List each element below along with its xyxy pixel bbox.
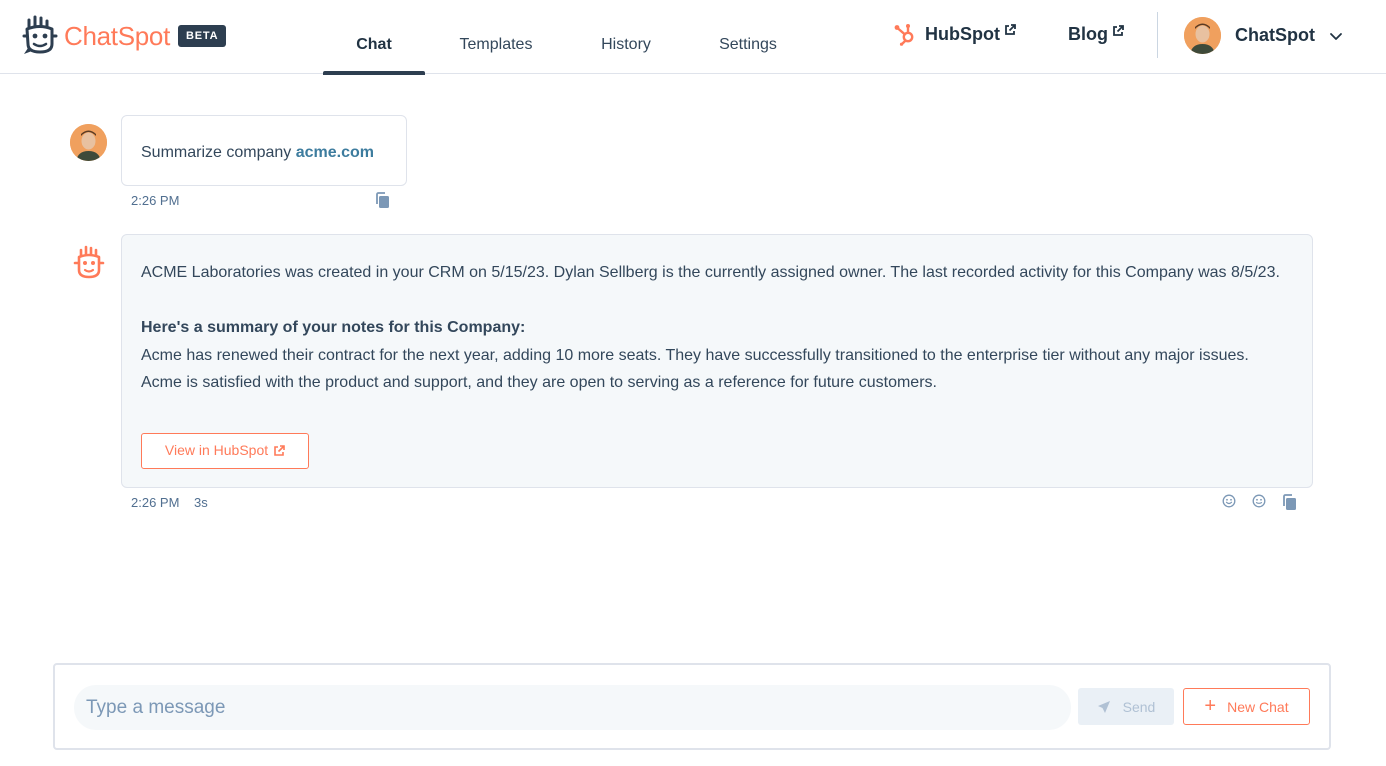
header-divider [1157, 12, 1158, 58]
tab-history[interactable]: History [567, 0, 685, 74]
summary-heading: Here's a summary of your notes for this … [141, 319, 526, 336]
tab-templates[interactable]: Templates [425, 0, 567, 74]
message-composer: Send + New Chat [53, 663, 1331, 750]
hubspot-link-label: HubSpot [925, 23, 1000, 44]
hubspot-external-link[interactable]: HubSpot [893, 22, 1016, 46]
external-link-icon [1005, 24, 1016, 35]
message-input[interactable] [74, 685, 1071, 730]
user-message-timestamp: 2:26 PM [131, 193, 180, 208]
hubspot-sprocket-icon [894, 24, 914, 46]
bot-message-paragraph-2: Acme has renewed their contract for the … [141, 346, 1249, 392]
chatspot-logo[interactable]: ChatSpot BETA [20, 14, 227, 58]
send-button[interactable]: Send [1078, 688, 1174, 725]
external-link-icon [1113, 24, 1124, 36]
bot-message-bubble: ACME Laboratories was created in your CR… [121, 234, 1313, 488]
chevron-down-icon [1330, 32, 1342, 40]
tab-chat-label: Chat [356, 36, 392, 53]
view-in-hubspot-button[interactable]: View in HubSpot [141, 433, 309, 469]
company-domain-link[interactable]: acme.com [296, 144, 374, 161]
frown-icon[interactable] [1252, 494, 1266, 508]
user-message-text: Summarize company [141, 144, 296, 161]
copy-icon[interactable] [1282, 494, 1297, 511]
beta-badge: BETA [178, 25, 227, 47]
user-message-bubble: Summarize company acme.com [121, 115, 407, 186]
new-chat-label: New Chat [1227, 698, 1289, 715]
tab-chat[interactable]: Chat [323, 0, 425, 75]
active-tab-indicator [323, 71, 425, 75]
smiley-icon[interactable] [1222, 494, 1236, 508]
user-avatar-image [1184, 17, 1221, 54]
chatspot-bot-avatar [70, 244, 108, 282]
bot-response-duration: 3s [194, 495, 208, 510]
user-name: ChatSpot [1235, 25, 1315, 45]
tab-history-label: History [601, 36, 651, 53]
copy-icon[interactable] [375, 192, 390, 209]
logo-text: ChatSpot [64, 20, 171, 51]
user-message-avatar [70, 124, 107, 161]
tab-settings[interactable]: Settings [685, 0, 811, 74]
blog-link-label: Blog [1068, 24, 1108, 44]
blog-external-link[interactable]: Blog [1068, 24, 1124, 45]
chatspot-logo-icon [22, 15, 58, 54]
external-link-icon [274, 445, 285, 456]
bot-message-timestamp: 2:26 PM [131, 495, 180, 510]
view-in-hubspot-label: View in HubSpot [164, 442, 269, 459]
tab-settings-label: Settings [719, 36, 777, 53]
plus-icon: + [1204, 694, 1217, 717]
paper-plane-icon [1097, 700, 1110, 713]
user-avatar-image [70, 124, 107, 161]
tab-templates-label: Templates [459, 36, 533, 53]
new-chat-button[interactable]: + New Chat [1183, 688, 1310, 725]
chatspot-bot-icon [73, 245, 105, 279]
main-tabs: Chat Templates History Settings [323, 0, 811, 75]
send-label: Send [1122, 698, 1156, 715]
bot-message-paragraph-1: ACME Laboratories was created in your CR… [141, 264, 1280, 281]
user-account-menu[interactable]: ChatSpot [1184, 17, 1343, 54]
user-avatar [1184, 17, 1221, 54]
top-navigation-bar: ChatSpot BETA Chat Templates History Set… [0, 0, 1386, 75]
